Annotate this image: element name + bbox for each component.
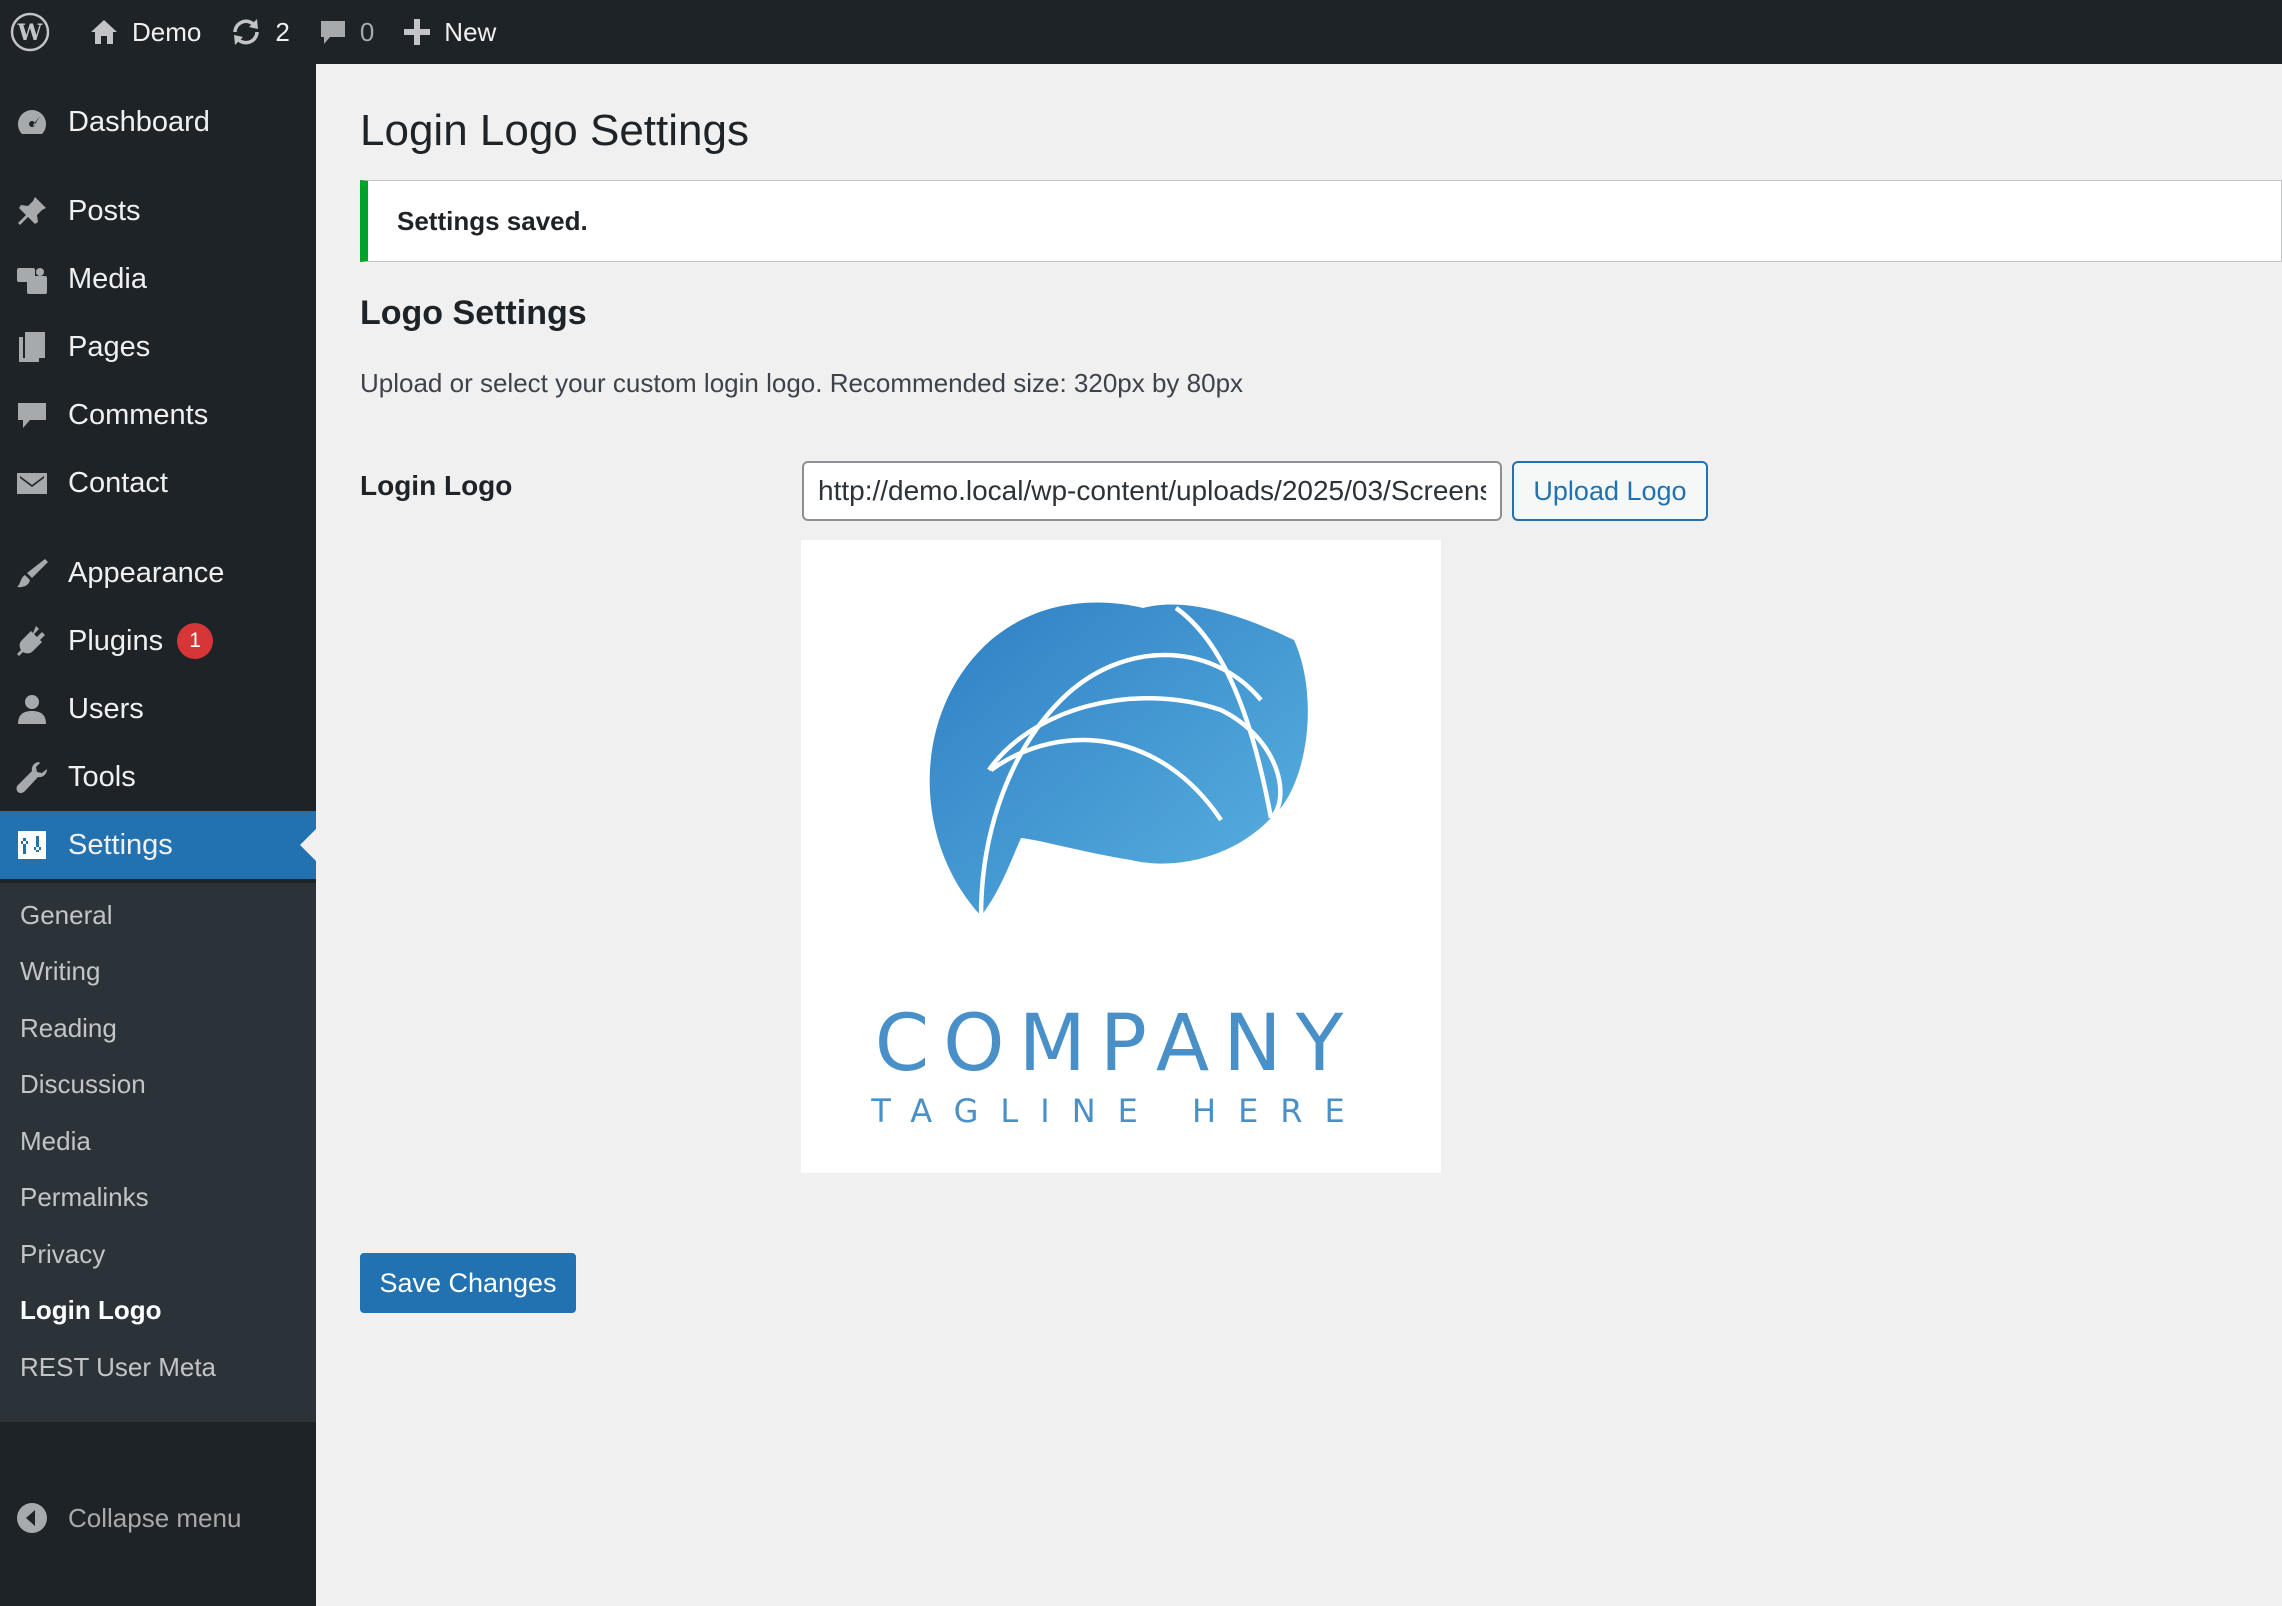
menu-label: Contact [68,466,168,499]
menu-label: Users [68,692,144,725]
submenu-rest-user-meta[interactable]: REST User Meta [20,1352,216,1392]
menu-item-pages[interactable]: Pages [0,313,316,381]
settings-submenu: General Writing Reading Discussion Media… [0,883,316,1422]
menu-item-media[interactable]: Media [0,245,316,313]
menu-label: Settings [68,828,173,861]
menu-label: Posts [68,194,141,227]
menu-label: Appearance [68,556,225,589]
collapse-label: Collapse menu [68,1502,242,1533]
submenu-writing[interactable]: Writing [20,956,100,996]
comment-bubble-icon [318,17,348,47]
refresh-icon [229,15,263,49]
comments-link[interactable]: 0 [304,0,388,64]
collapse-arrow-icon [14,1500,50,1536]
site-name: Demo [132,16,202,47]
plugins-update-badge: 1 [177,623,214,659]
dashboard-icon [14,104,50,140]
submenu-general[interactable]: General [20,900,113,940]
page-title: Login Logo Settings [360,106,749,155]
logo-globe-mark [929,602,1308,917]
menu-item-contact[interactable]: Contact [0,449,316,517]
plug-icon [14,623,50,659]
admin-sidebar: Dashboard Posts Media Pages Comments Con… [0,64,316,1606]
menu-item-settings[interactable]: Settings [0,811,316,879]
submenu-login-logo[interactable]: Login Logo [20,1295,162,1335]
user-icon [14,691,50,727]
brush-icon [14,555,50,591]
logo-company-text: COMPANY [875,999,1358,1089]
upload-logo-button[interactable]: Upload Logo [1512,461,1708,521]
logo-preview-image: COMPANY TAGLINE HERE [801,540,1441,1173]
login-logo-label: Login Logo [360,470,513,501]
wordpress-logo-icon[interactable]: W [0,0,74,64]
submenu-privacy[interactable]: Privacy [20,1239,105,1279]
logo-url-input[interactable] [802,461,1502,521]
menu-item-users[interactable]: Users [0,675,316,743]
section-title: Logo Settings [360,294,587,332]
updates-link[interactable]: 2 [215,0,303,64]
menu-label: Plugins [68,624,164,657]
menu-item-comments[interactable]: Comments [0,381,316,449]
updates-count: 2 [275,16,290,47]
menu-item-plugins[interactable]: Plugins 1 [0,607,316,675]
menu-label: Tools [68,760,136,793]
menu-label: Pages [68,330,151,363]
menu-label: Media [68,262,147,295]
menu-label: Dashboard [68,105,210,138]
new-content-link[interactable]: New [388,0,510,64]
new-label: New [444,16,497,47]
admin-bar: W Demo 2 0 New [0,0,2282,64]
settings-saved-notice: Settings saved. [360,180,2282,262]
submenu-permalinks[interactable]: Permalinks [20,1182,149,1222]
save-changes-button[interactable]: Save Changes [360,1253,576,1313]
pin-icon [14,193,50,229]
submenu-media[interactable]: Media [20,1126,91,1166]
menu-item-appearance[interactable]: Appearance [0,539,316,607]
menu-item-tools[interactable]: Tools [0,743,316,811]
media-icon [14,261,50,297]
submenu-reading[interactable]: Reading [20,1013,117,1053]
settings-icon [14,827,50,863]
svg-text:W: W [17,20,43,46]
submenu-discussion[interactable]: Discussion [20,1069,146,1109]
menu-label: Comments [68,398,209,431]
comment-icon [14,397,50,433]
collapse-menu-button[interactable]: Collapse menu [0,1488,316,1548]
logo-tagline-text: TAGLINE HERE [870,1092,1367,1130]
notice-text: Settings saved. [397,205,588,236]
comments-count: 0 [359,16,375,47]
home-icon [88,16,120,48]
site-name-link[interactable]: Demo [74,0,215,64]
menu-item-dashboard[interactable]: Dashboard [0,88,316,156]
wrench-icon [14,759,50,795]
section-description: Upload or select your custom login logo.… [360,368,1244,398]
plus-icon [402,17,432,47]
pages-icon [14,329,50,365]
menu-item-posts[interactable]: Posts [0,177,316,245]
envelope-icon [14,465,50,501]
main-content: Login Logo Settings Settings saved. Logo… [360,64,2282,1606]
